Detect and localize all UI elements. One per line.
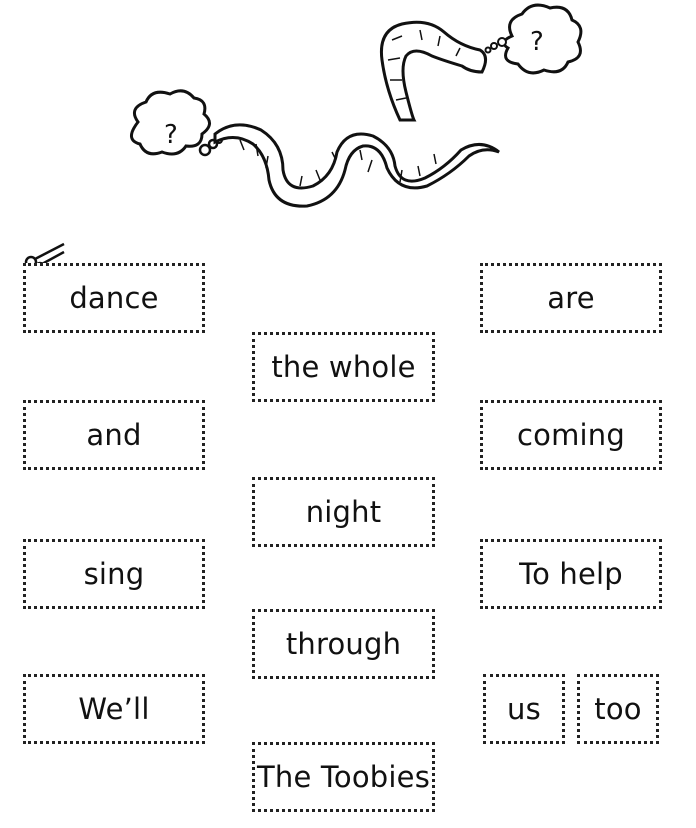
word-card-night[interactable]: night — [252, 477, 435, 547]
thought-bubble-icon: ? — [130, 89, 223, 157]
word-card-us[interactable]: us — [483, 674, 565, 744]
word-card-the-whole[interactable]: the whole — [252, 332, 435, 402]
worm-icon — [379, 20, 487, 122]
thought-bubble-mark: ? — [530, 27, 544, 57]
word-card-are[interactable]: are — [480, 263, 662, 333]
thought-bubble-icon: ? — [484, 3, 583, 75]
header-illustration: ? ? — [130, 3, 583, 208]
thought-bubble-mark: ? — [164, 120, 178, 150]
word-card-through[interactable]: through — [252, 609, 435, 679]
word-card-too[interactable]: too — [577, 674, 659, 744]
word-card-well[interactable]: We’ll — [23, 674, 205, 744]
word-card-and[interactable]: and — [23, 400, 205, 470]
snake-icon — [213, 123, 500, 208]
word-card-the-toobies[interactable]: The Toobies — [252, 742, 435, 812]
word-card-sing[interactable]: sing — [23, 539, 205, 609]
word-card-coming[interactable]: coming — [480, 400, 662, 470]
word-card-to-help[interactable]: To help — [480, 539, 662, 609]
word-card-dance[interactable]: dance — [23, 263, 205, 333]
